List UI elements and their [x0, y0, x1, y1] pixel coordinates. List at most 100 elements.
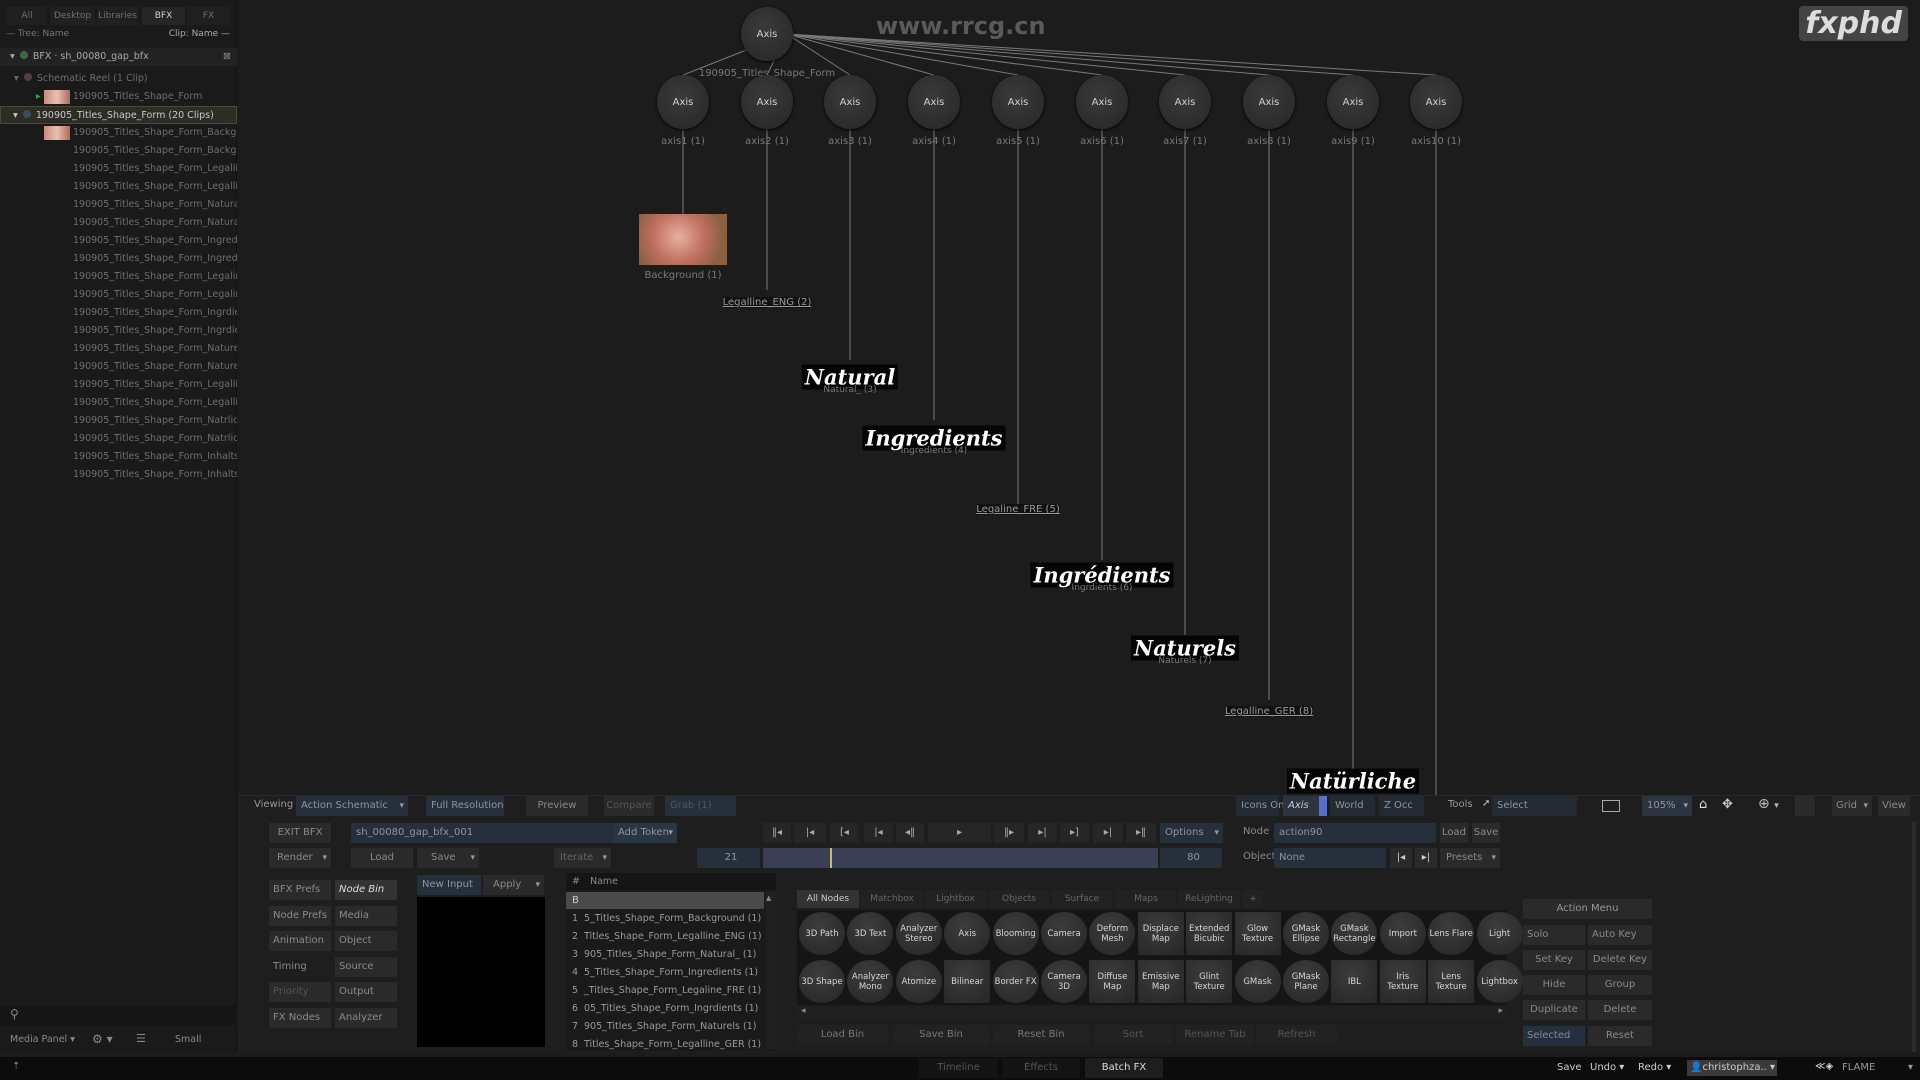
clip-list-item[interactable]: 190905_Titles_Shape_Form_Legaline: [0, 268, 237, 286]
bin-tab-matchbox[interactable]: Matchbox: [861, 890, 923, 908]
node-displace-map[interactable]: Displace Map: [1137, 912, 1184, 955]
node-lens-flare[interactable]: Lens Flare: [1428, 912, 1475, 955]
load-bin-button[interactable]: Load Bin: [797, 1025, 888, 1045]
node-glow-texture[interactable]: Glow Texture: [1234, 912, 1281, 955]
go-end-icon[interactable]: ▸‖: [1126, 823, 1156, 843]
bottom-tab-effects[interactable]: Effects: [1002, 1058, 1080, 1078]
tree-root-bfx[interactable]: ▾ BFX · sh_00080_gap_bfx ⊠: [0, 48, 237, 66]
expand-icon[interactable]: ▾: [13, 110, 18, 121]
axis-toggle[interactable]: Axis: [1283, 796, 1319, 816]
clip-list-item[interactable]: 190905_Titles_Shape_Form_Ingredients: [0, 232, 237, 250]
menu-media[interactable]: Media: [335, 906, 397, 926]
go-start-icon[interactable]: ‖◂: [763, 823, 791, 843]
menu-object[interactable]: Object: [335, 931, 397, 951]
target-icon[interactable]: ⊕ ▾: [1758, 796, 1779, 812]
node-diffuse-map[interactable]: Diffuse Map: [1089, 960, 1136, 1003]
node-atomize[interactable]: Atomize: [895, 960, 942, 1003]
tree-reel-clip[interactable]: ▸ 190905_Titles_Shape_Form: [0, 88, 237, 106]
tab-bfx[interactable]: BFX: [142, 7, 185, 25]
gear-icon[interactable]: ⚙ ▾: [92, 1032, 113, 1046]
axis-node[interactable]: Axis: [1327, 75, 1379, 129]
save-bin-button[interactable]: Save Bin: [893, 1025, 989, 1045]
clip-sort-header[interactable]: Clip: Name —: [169, 29, 230, 39]
rename-tab-button[interactable]: Rename Tab: [1176, 1025, 1254, 1045]
node-glint-texture[interactable]: Glint Texture: [1186, 960, 1233, 1003]
bin-tab-objects[interactable]: Objects: [989, 890, 1049, 908]
node-import[interactable]: Import: [1379, 912, 1426, 955]
viewing-mode-select[interactable]: Action Schematic: [296, 796, 408, 816]
clip-list-item[interactable]: 190905_Titles_Shape_Form_Legalline: [0, 178, 237, 196]
node-camera-3d[interactable]: Camera 3D: [1041, 960, 1087, 1003]
grab-button[interactable]: Grab (1): [665, 796, 736, 816]
title-node[interactable]: Natürliche: [1286, 768, 1420, 794]
bin-tab-+[interactable]: +: [1243, 890, 1263, 908]
render-button[interactable]: Render: [269, 848, 331, 868]
next-mark-icon[interactable]: ▸]: [1060, 823, 1089, 843]
expand-icon[interactable]: ▾: [10, 51, 15, 62]
axis-node[interactable]: Axis: [1076, 75, 1128, 129]
legalline-node[interactable]: Legalline_GER (8): [1224, 706, 1314, 717]
node-gmask-plane[interactable]: GMask Plane: [1283, 960, 1329, 1003]
clip-list-item[interactable]: 190905_Titles_Shape_Form_Natrliche: [0, 430, 237, 448]
axis-node[interactable]: Axis: [1243, 75, 1295, 129]
node-gmask[interactable]: GMask: [1234, 960, 1281, 1003]
clip-list-item[interactable]: 190905_Titles_Shape_Form_Legalline: [0, 376, 237, 394]
menu-animation[interactable]: Animation: [269, 931, 331, 951]
sort-button[interactable]: Sort: [1094, 1025, 1172, 1045]
prev-key-icon[interactable]: |◂: [794, 823, 826, 843]
axis-node[interactable]: Axis: [1159, 75, 1211, 129]
search-field[interactable]: ⚲: [0, 1005, 237, 1025]
expand-icon[interactable]: ▾: [14, 73, 19, 84]
refresh-button[interactable]: Refresh: [1256, 1025, 1337, 1045]
menu-output[interactable]: Output: [335, 982, 397, 1002]
frame-all-icon[interactable]: ✥: [1722, 797, 1733, 812]
bottom-tab-timeline[interactable]: Timeline: [919, 1058, 998, 1078]
prev-mark-icon[interactable]: [◂: [830, 823, 859, 843]
clip-list-item[interactable]: 190905_Titles_Shape_Form_Natural: [0, 196, 237, 214]
list-view-icon[interactable]: ☰: [136, 1032, 146, 1045]
legalline-node[interactable]: Legaline_FRE (5): [976, 504, 1060, 515]
add-token-button[interactable]: Add Token: [613, 823, 677, 843]
table-row[interactable]: 2 Titles_Shape_Form_Legalline_ENG (1): [566, 928, 776, 946]
app-menu-icon[interactable]: ▾: [1908, 1062, 1913, 1073]
step-back-icon[interactable]: ◂‖: [896, 823, 924, 843]
table-row[interactable]: 7 905_Titles_Shape_Form_Naturels (1): [566, 1018, 776, 1036]
bin-tab-surface[interactable]: Surface: [1052, 890, 1112, 908]
table-row[interactable]: 3 905_Titles_Shape_Form_Natural_ (1): [566, 946, 776, 964]
duplicate-button[interactable]: Duplicate: [1523, 1000, 1585, 1020]
menu-fx-nodes[interactable]: FX Nodes: [269, 1008, 331, 1028]
layout-button[interactable]: [1795, 796, 1815, 816]
clip-list-item[interactable]: 190905_Titles_Shape_Form_Ingredients: [0, 250, 237, 268]
selected-button[interactable]: Selected: [1523, 1026, 1585, 1046]
resolution-button[interactable]: Full Resolution: [426, 796, 504, 816]
iterate-button[interactable]: Iterate: [554, 848, 611, 868]
background-thumbnail[interactable]: [639, 214, 727, 265]
axis-node[interactable]: Axis: [1410, 75, 1462, 129]
node-analyzer-stereo[interactable]: Analyzer Stereo: [895, 912, 942, 955]
bottom-tab-batch-fx[interactable]: Batch FX: [1085, 1058, 1163, 1078]
node-iris-texture[interactable]: Iris Texture: [1379, 960, 1426, 1003]
prev-frame-key-icon[interactable]: |◂: [864, 823, 893, 843]
select-tool[interactable]: Select: [1492, 796, 1577, 816]
node-emissive-map[interactable]: Emissive Map: [1137, 960, 1184, 1003]
tab-libraries[interactable]: Libraries: [97, 7, 138, 25]
menu-priority[interactable]: Priority: [269, 982, 331, 1002]
tab-all[interactable]: All: [7, 7, 47, 25]
current-frame-field[interactable]: 21: [697, 848, 760, 868]
icons-on-toggle[interactable]: Icons On: [1236, 796, 1285, 816]
z-occ-toggle[interactable]: Z Occ: [1379, 796, 1424, 816]
save-button[interactable]: Save: [417, 848, 479, 868]
node-border-fx[interactable]: Border FX: [992, 960, 1039, 1003]
node-save-button[interactable]: Save: [1472, 823, 1500, 843]
clip-list-item[interactable]: 190905_Titles_Shape_Form_Natural: [0, 214, 237, 232]
node-bilinear[interactable]: Bilinear: [944, 960, 991, 1003]
node-axis[interactable]: Axis: [944, 912, 991, 955]
object-field[interactable]: None: [1274, 848, 1386, 868]
axis-node[interactable]: Axis: [992, 75, 1044, 129]
home-icon[interactable]: ⌂: [1699, 797, 1707, 812]
grid-select[interactable]: Grid: [1832, 796, 1872, 816]
tab-fx[interactable]: FX: [187, 7, 230, 25]
menu-bfx-prefs[interactable]: BFX Prefs: [269, 880, 331, 900]
redo-button[interactable]: Redo ▾: [1638, 1062, 1671, 1073]
clip-list-item[interactable]: 190905_Titles_Shape_Form_Natrliche: [0, 412, 237, 430]
